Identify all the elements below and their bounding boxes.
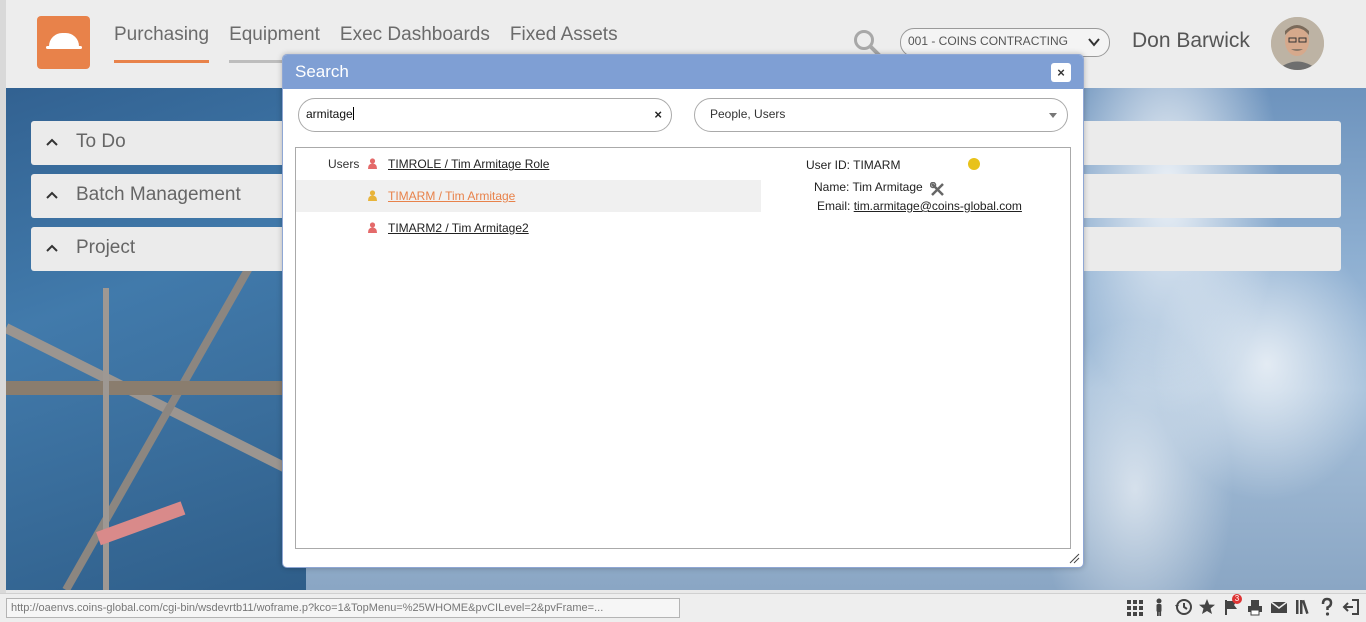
avatar-photo	[1271, 17, 1324, 70]
person-icon[interactable]	[1150, 597, 1168, 617]
mail-icon[interactable]	[1270, 597, 1288, 617]
nav-purchasing[interactable]: Purchasing	[114, 24, 210, 63]
user-id-row: User ID: TIMARM	[806, 158, 900, 172]
search-dialog: Search × armitage × People, Users Users …	[282, 54, 1084, 568]
result-link[interactable]: TIMROLE / Tim Armitage Role	[388, 157, 549, 171]
user-id-value: TIMARM	[853, 158, 901, 172]
result-link[interactable]: TIMARM2 / Tim Armitage2	[388, 221, 529, 235]
dropdown-caret-icon	[1049, 113, 1057, 118]
result-row[interactable]: Users TIMROLE / Tim Armitage Role	[296, 148, 761, 180]
name-value: Tim Armitage	[852, 180, 923, 194]
panel-label: Batch Management	[76, 184, 241, 205]
status-indicator	[968, 158, 980, 170]
grid-icon[interactable]	[1126, 597, 1144, 617]
user-avatar[interactable]	[1271, 17, 1324, 70]
result-row[interactable]: TIMARM2 / Tim Armitage2	[296, 212, 761, 244]
history-icon[interactable]	[1174, 597, 1192, 617]
notifications-button[interactable]: 3	[1222, 594, 1242, 617]
clear-search-button[interactable]: ×	[654, 107, 662, 122]
search-type-select[interactable]: People, Users	[694, 98, 1068, 132]
name-row: Name: Tim Armitage	[814, 180, 923, 194]
chevron-up-icon	[46, 191, 58, 199]
chevron-down-icon	[1088, 38, 1100, 47]
status-bar: http://oaenvs.coins-global.com/cgi-bin/w…	[0, 593, 1366, 622]
user-name[interactable]: Don Barwick	[1132, 29, 1250, 53]
panel-label: To Do	[76, 131, 126, 152]
chevron-up-icon	[46, 138, 58, 146]
result-group-label: Users	[328, 157, 360, 171]
result-link[interactable]: TIMARM / Tim Armitage	[388, 189, 515, 203]
results-pane: Users TIMROLE / Tim Armitage Role TIMARM…	[295, 147, 1071, 549]
status-url: http://oaenvs.coins-global.com/cgi-bin/w…	[6, 598, 680, 618]
notification-badge: 3	[1232, 594, 1242, 604]
company-select-value: 001 - COINS CONTRACTING	[908, 34, 1069, 48]
search-type-value: People, Users	[710, 107, 786, 121]
search-input[interactable]: armitage ×	[298, 98, 672, 132]
search-input-value: armitage	[306, 107, 353, 121]
star-icon[interactable]	[1198, 597, 1216, 617]
library-icon[interactable]	[1294, 597, 1312, 617]
email-row: Email: tim.armitage@coins-global.com	[817, 199, 1022, 213]
printer-icon[interactable]	[1246, 597, 1264, 617]
company-select[interactable]: 001 - COINS CONTRACTING	[900, 28, 1110, 57]
chevron-up-icon	[46, 244, 58, 252]
user-icon	[368, 190, 377, 201]
status-tray: 3	[1126, 594, 1360, 617]
app-logo[interactable]	[37, 16, 90, 69]
user-icon	[368, 158, 377, 169]
user-id-label: User ID:	[806, 158, 851, 172]
logout-icon[interactable]	[1342, 597, 1360, 617]
dialog-header: Search ×	[283, 55, 1083, 89]
email-label: Email:	[817, 199, 851, 213]
dialog-title: Search	[295, 62, 349, 81]
text-cursor	[352, 107, 354, 120]
user-icon	[368, 222, 377, 233]
name-label: Name:	[814, 180, 850, 194]
result-row-selected[interactable]: TIMARM / Tim Armitage	[296, 180, 761, 212]
email-link[interactable]: tim.armitage@coins-global.com	[854, 199, 1022, 213]
tools-icon[interactable]	[930, 182, 945, 197]
help-icon[interactable]	[1318, 597, 1336, 617]
panel-label: Project	[76, 237, 136, 258]
resize-handle-icon[interactable]	[1068, 552, 1080, 564]
close-button[interactable]: ×	[1051, 63, 1071, 82]
